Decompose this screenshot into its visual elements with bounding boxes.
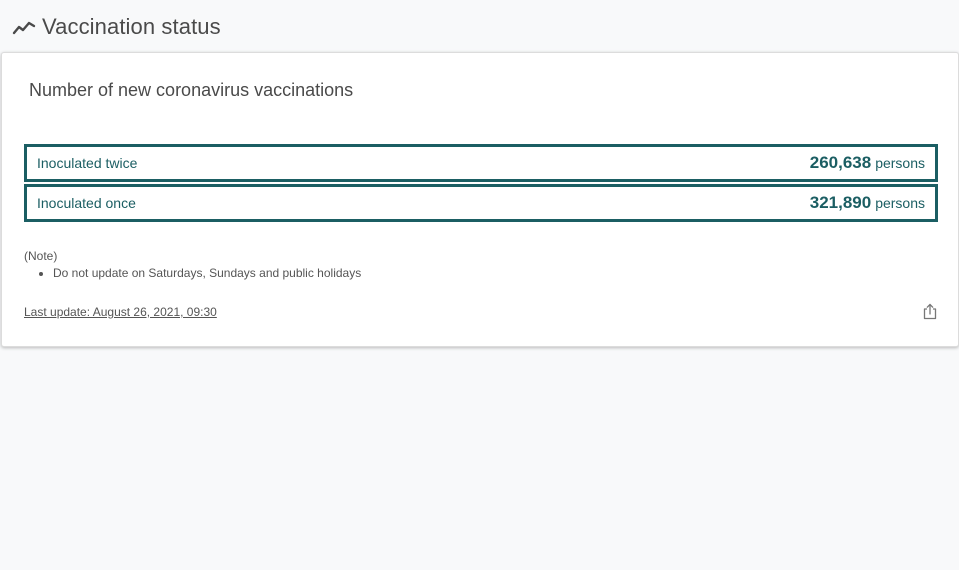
card-title: Number of new coronavirus vaccinations bbox=[29, 80, 354, 100]
page-title: Vaccination status bbox=[42, 14, 221, 39]
stat-label: Inoculated twice bbox=[37, 155, 138, 171]
stat-row-inoculated-once: Inoculated once 321,890 persons bbox=[24, 184, 938, 222]
vaccination-card: Number of new coronavirus vaccinations I… bbox=[1, 52, 959, 347]
note-heading: (Note) bbox=[24, 249, 58, 263]
trending-line-icon bbox=[12, 15, 36, 39]
note-list: Do not update on Saturdays, Sundays and … bbox=[24, 265, 361, 282]
page-header: Vaccination status bbox=[12, 12, 221, 42]
note-item: Do not update on Saturdays, Sundays and … bbox=[53, 265, 361, 282]
stat-value: 260,638 bbox=[809, 153, 872, 172]
stat-value: 321,890 bbox=[809, 193, 872, 212]
stat-value-group: 260,638 persons bbox=[810, 153, 935, 173]
stat-label: Inoculated once bbox=[37, 195, 136, 211]
share-icon[interactable] bbox=[922, 303, 938, 320]
stat-unit: persons bbox=[875, 195, 925, 211]
stat-value-group: 321,890 persons bbox=[810, 193, 935, 213]
last-update-link[interactable]: Last update: August 26, 2021, 09:30 bbox=[24, 305, 217, 319]
stat-unit: persons bbox=[875, 155, 925, 171]
stat-row-inoculated-twice: Inoculated twice 260,638 persons bbox=[24, 144, 938, 182]
